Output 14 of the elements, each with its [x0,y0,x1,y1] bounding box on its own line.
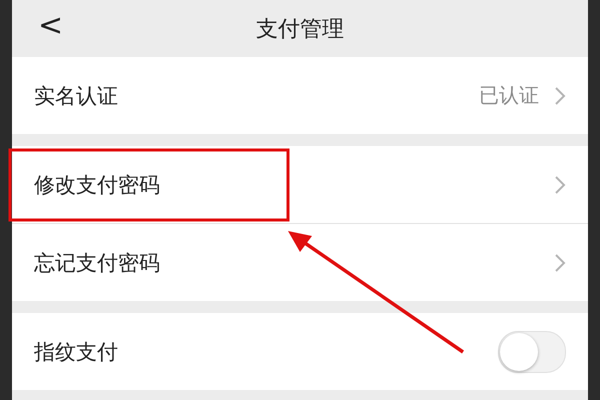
settings-row[interactable]: 忘记支付密码 [12,224,588,301]
back-button[interactable]: < [32,8,70,43]
row-label: 修改支付密码 [34,172,161,198]
chevron-icon [555,254,566,272]
settings-row[interactable]: 实名认证 已认证 [12,57,588,134]
chevron-icon [555,176,566,194]
chevron-icon [555,86,566,104]
page-title: 支付管理 [256,16,344,44]
toggle-switch[interactable] [498,330,566,372]
row-value: 已认证 [479,82,539,109]
row-label: 指纹支付 [34,338,119,366]
row-label: 忘记支付密码 [34,250,161,276]
settings-row[interactable]: 修改支付密码 [12,146,588,224]
row-label: 实名认证 [34,82,119,110]
